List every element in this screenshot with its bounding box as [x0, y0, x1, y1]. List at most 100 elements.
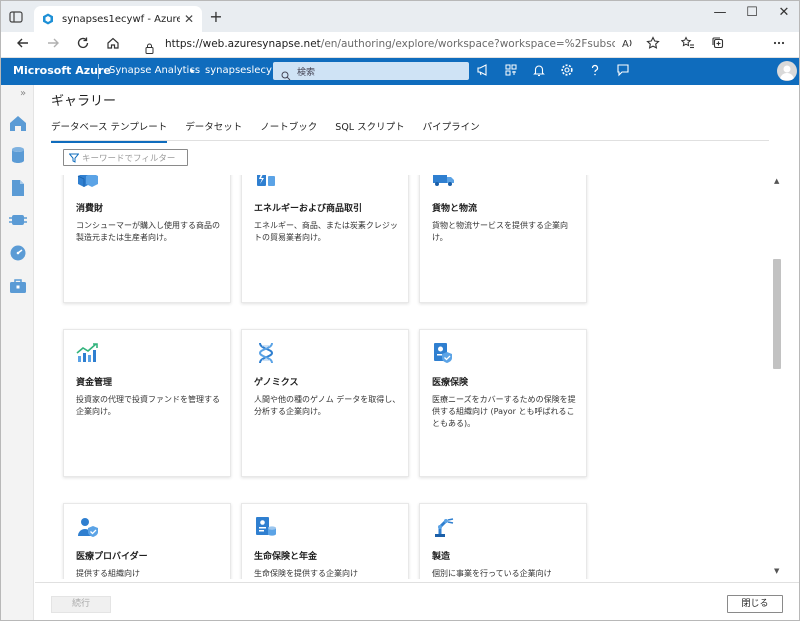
azure-search-input[interactable]: 検索 [273, 62, 469, 81]
left-nav-rail: » [1, 85, 34, 620]
url-host: https://web.azuresynapse.net [165, 38, 321, 50]
keyword-filter-input[interactable]: キーワードでフィルター [63, 149, 188, 166]
card-description: 貨物と物流サービスを提供する企業向け。 [432, 221, 568, 242]
manage-rail-icon[interactable] [8, 276, 28, 296]
scrollbar-thumb[interactable] [773, 259, 781, 369]
breadcrumb-product[interactable]: Synapse Analytics [109, 65, 200, 76]
browser-tab-strip: synapses1ecywf - Azure Synapse ✕ + — ☐ ✕ [1, 1, 799, 32]
azure-brand[interactable]: Microsoft Azure [13, 64, 111, 77]
bell-icon[interactable] [531, 63, 547, 79]
refresh-icon[interactable] [73, 36, 93, 54]
card-title: エネルギーおよび商品取引 [254, 204, 363, 214]
tab-title: synapses1ecywf - Azure Synapse [62, 13, 180, 25]
expand-rail-icon[interactable]: » [20, 88, 26, 99]
template-card-genomics[interactable]: ゲノミクス 人間や他の種のゲノム データを取得し、分析する企業向け。 [241, 329, 409, 477]
directory-filter-icon[interactable] [503, 63, 519, 79]
tab-close-icon[interactable]: ✕ [184, 12, 194, 26]
dna-helix-icon [254, 342, 278, 364]
help-icon[interactable] [587, 63, 603, 79]
card-title: ゲノミクス [254, 378, 299, 388]
browser-window: synapses1ecywf - Azure Synapse ✕ + — ☐ ✕… [0, 0, 800, 621]
chevron-right-icon: ▸ [191, 66, 196, 75]
avatar[interactable] [777, 61, 797, 81]
favorites-list-icon[interactable] [678, 36, 698, 54]
read-aloud-icon[interactable]: A [618, 36, 638, 54]
gallery-panel: ギャラリー データベース テンプレート データセット ノートブック SQL スク… [35, 85, 799, 620]
template-card-fund-management[interactable]: 資金管理 投資家の代理で投資ファンドを管理する企業向け。 [63, 329, 231, 477]
template-card-energy-trading[interactable]: エネルギーおよび商品取引 エネルギー、商品、または炭素クレジットの貿易業者向け。 [241, 175, 409, 303]
policy-database-icon [254, 516, 278, 538]
scroll-up-icon[interactable]: ▲ [774, 177, 779, 185]
card-title: 消費財 [76, 204, 104, 214]
develop-rail-icon[interactable] [8, 178, 28, 198]
robot-arm-icon [432, 516, 456, 538]
minimize-button[interactable]: — [705, 5, 735, 20]
card-description: 個別に事業を行っている企業向け [432, 569, 552, 578]
card-title: 製造 [432, 552, 451, 562]
data-rail-icon[interactable] [8, 145, 28, 165]
feedback-icon[interactable] [615, 63, 631, 79]
tabs-divider [51, 140, 769, 141]
lock-icon[interactable] [145, 39, 154, 54]
filter-funnel-icon [68, 153, 80, 163]
template-card-health-insurance[interactable]: 医療保険 医療ニーズをカバーするための保険を提供する組織向け (Payor とも… [419, 329, 587, 477]
url-path: /en/authoring/explore/workspace?workspac… [320, 38, 615, 50]
browser-tab-active[interactable]: synapses1ecywf - Azure Synapse ✕ [34, 6, 202, 32]
card-description: 人間や他の種のゲノム データを取得し、分析する企業向け。 [254, 395, 401, 416]
address-bar: https://web.azuresynapse.net/en/authorin… [1, 32, 799, 58]
growth-chart-icon [76, 342, 100, 364]
home-rail-icon[interactable] [8, 113, 28, 133]
template-card-manufacturing[interactable]: 製造 個別に事業を行っている企業向け [419, 503, 587, 579]
forward-arrow-icon[interactable] [43, 36, 63, 54]
megaphone-icon[interactable] [475, 63, 491, 79]
card-description: 提供する組織向け [76, 569, 140, 578]
boxes-icon [76, 175, 100, 190]
gallery-footer: 続行 閉じる [35, 582, 799, 620]
card-description: 医療ニーズをカバーするための保険を提供する組織向け (Payor とも呼ばれるこ… [432, 395, 576, 428]
monitor-rail-icon[interactable] [8, 243, 28, 263]
close-button[interactable]: 閉じる [727, 595, 783, 613]
more-menu-icon[interactable] [769, 36, 789, 54]
template-card-grid: 消費財 コンシューマーが購入し使用する商品の製造元または生産者向け。 エネルギー… [35, 175, 769, 579]
card-title: 医療プロバイダー [76, 552, 148, 562]
url-text: https://web.azuresynapse.net/en/authorin… [165, 38, 615, 50]
new-tab-button[interactable]: + [206, 7, 226, 26]
page-title: ギャラリー [51, 94, 117, 109]
card-description: エネルギー、商品、または炭素クレジットの貿易業者向け。 [254, 221, 398, 242]
medical-staff-icon [76, 516, 100, 538]
header-divider [98, 64, 99, 79]
gear-icon[interactable] [559, 63, 575, 79]
template-card-life-insurance[interactable]: 生命保険と年金 生命保険を提供する企業向け [241, 503, 409, 579]
card-description: 投資家の代理で投資ファンドを管理する企業向け。 [76, 395, 220, 416]
template-card-freight-logistics[interactable]: 貨物と物流 貨物と物流サービスを提供する企業向け。 [419, 175, 587, 303]
azure-header: Microsoft Azure Synapse Analytics ▸ syna… [1, 58, 799, 85]
insurance-document-icon [432, 342, 456, 364]
card-title: 資金管理 [76, 378, 113, 388]
card-description: コンシューマーが購入し使用する商品の製造元または生産者向け。 [76, 221, 220, 242]
template-card-consumer-goods[interactable]: 消費財 コンシューマーが購入し使用する商品の製造元または生産者向け。 [63, 175, 231, 303]
home-icon[interactable] [103, 36, 123, 54]
svg-text:A: A [622, 39, 629, 50]
synapse-favicon-icon [42, 10, 54, 29]
continue-button[interactable]: 続行 [51, 596, 111, 613]
search-icon [281, 66, 291, 85]
card-title: 生命保険と年金 [254, 552, 318, 562]
search-placeholder: 検索 [297, 68, 316, 78]
integrate-rail-icon[interactable] [8, 210, 28, 230]
card-description: 生命保険を提供する企業向け [254, 569, 358, 578]
template-card-healthcare-provider[interactable]: 医療プロバイダー 提供する組織向け [63, 503, 231, 579]
favorite-star-icon[interactable] [643, 36, 663, 54]
filter-placeholder: キーワードでフィルター [82, 154, 176, 164]
close-window-button[interactable]: ✕ [769, 5, 799, 20]
vertical-scrollbar[interactable]: ▲ ▼ [772, 177, 782, 577]
breadcrumb-workspace[interactable]: synapseslecy [205, 65, 272, 76]
energy-battery-icon [254, 175, 278, 190]
tab-actions-icon[interactable] [9, 9, 23, 23]
back-arrow-icon[interactable] [13, 36, 33, 54]
url-field[interactable]: https://web.azuresynapse.net/en/authorin… [133, 35, 669, 55]
card-title: 医療保険 [432, 378, 469, 388]
collections-icon[interactable] [708, 36, 728, 54]
scroll-down-icon[interactable]: ▼ [774, 567, 779, 575]
card-title: 貨物と物流 [432, 204, 478, 214]
maximize-button[interactable]: ☐ [737, 5, 767, 20]
